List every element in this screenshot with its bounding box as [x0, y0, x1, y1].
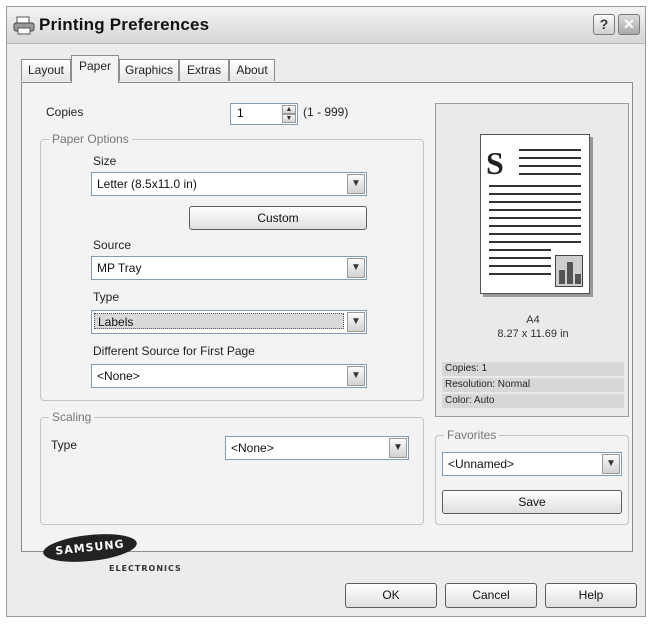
info-color: Color: Auto [442, 394, 624, 408]
different-source-value: <None> [97, 369, 140, 383]
copies-range: (1 - 999) [303, 105, 349, 119]
info-copies: Copies: 1 [442, 362, 624, 376]
preview-line [489, 257, 551, 259]
favorites-group: Favorites <Unnamed> ▼ Save [435, 428, 629, 525]
different-source-dropdown[interactable]: <None> ▼ [91, 364, 367, 388]
scaling-type-dropdown[interactable]: <None> ▼ [225, 436, 409, 460]
type-value: Labels [94, 313, 344, 329]
chevron-down-icon[interactable]: ▼ [347, 174, 365, 194]
tab-about[interactable]: About [229, 59, 275, 81]
type-dropdown[interactable]: Labels ▼ [91, 310, 367, 334]
favorites-dropdown[interactable]: <Unnamed> ▼ [442, 452, 622, 476]
preview-line [519, 149, 581, 151]
close-button[interactable]: ✕ [618, 14, 640, 35]
help-title-button[interactable]: ? [593, 14, 615, 35]
scaling-legend: Scaling [49, 410, 95, 424]
title-bar[interactable]: Printing Preferences ? ✕ [7, 7, 645, 44]
ok-button[interactable]: OK [345, 583, 437, 608]
paper-tab-panel: Copies 1 ▲ ▼ (1 - 999) Paper Options Siz… [21, 82, 633, 552]
tab-paper[interactable]: Paper [71, 55, 119, 83]
chevron-down-icon[interactable]: ▼ [602, 454, 620, 474]
copies-label: Copies [46, 105, 84, 119]
cancel-button[interactable]: Cancel [445, 583, 537, 608]
preview-line [489, 273, 551, 275]
chevron-down-icon[interactable]: ▼ [347, 366, 365, 386]
preview-line [519, 173, 581, 175]
preview-line [489, 249, 551, 251]
bar-chart-icon [555, 255, 583, 287]
preview-line [489, 185, 581, 187]
copies-stepper[interactable]: 1 ▲ ▼ [230, 103, 298, 125]
copies-down-button[interactable]: ▼ [282, 114, 296, 123]
favorites-value: <Unnamed> [448, 457, 515, 471]
copies-up-button[interactable]: ▲ [282, 105, 296, 114]
size-dropdown[interactable]: Letter (8.5x11.0 in) ▼ [91, 172, 367, 196]
info-resolution: Resolution: Normal [442, 378, 624, 392]
preview-line [519, 165, 581, 167]
preview-line [489, 193, 581, 195]
preview-line [489, 225, 581, 227]
copies-spin-buttons: ▲ ▼ [282, 105, 296, 123]
copies-value: 1 [237, 106, 244, 120]
source-label: Source [93, 238, 132, 252]
paper-options-legend: Paper Options [49, 132, 132, 146]
size-label: Size [93, 154, 117, 168]
tab-graphics[interactable]: Graphics [119, 59, 179, 81]
source-dropdown[interactable]: MP Tray ▼ [91, 256, 367, 280]
close-icon: ✕ [623, 16, 635, 32]
preview-line [489, 201, 581, 203]
favorites-legend: Favorites [444, 428, 500, 442]
paper-dimensions: 8.27 x 11.69 in [497, 328, 569, 340]
chevron-down-icon: ▼ [285, 115, 293, 122]
document-preview-image: S [480, 134, 590, 294]
printing-preferences-dialog: Printing Preferences ? ✕ Layout Paper Gr… [6, 6, 646, 617]
preview-line [519, 157, 581, 159]
window-title: Printing Preferences [39, 15, 210, 34]
scaling-type-label: Type [51, 438, 78, 452]
chevron-down-icon[interactable]: ▼ [347, 312, 365, 332]
size-value: Letter (8.5x11.0 in) [97, 177, 197, 191]
tab-extras[interactable]: Extras [179, 59, 229, 81]
paper-name: A4 [526, 314, 540, 326]
chevron-down-icon[interactable]: ▼ [389, 438, 407, 458]
type-label: Type [93, 290, 120, 304]
page-preview: S A4 8.27 x 11.69 in Copies: 1 Resolutio… [435, 103, 629, 417]
chevron-up-icon: ▲ [285, 106, 293, 113]
preview-line [489, 241, 581, 243]
preview-letter: S [486, 145, 504, 181]
preview-line [489, 209, 581, 211]
paper-options-group: Paper Options Size Letter (8.5x11.0 in) … [40, 132, 424, 401]
custom-button[interactable]: Custom [189, 206, 367, 230]
printer-icon [13, 16, 35, 35]
scaling-type-value: <None> [231, 441, 274, 455]
save-button[interactable]: Save [442, 490, 622, 514]
chevron-down-icon[interactable]: ▼ [347, 258, 365, 278]
scaling-group: Scaling Type <None> ▼ [40, 410, 424, 525]
preview-line [489, 217, 581, 219]
different-source-label: Different Source for First Page [93, 344, 255, 358]
preview-line [489, 265, 551, 267]
preview-line [489, 233, 581, 235]
tab-layout[interactable]: Layout [21, 59, 71, 81]
source-value: MP Tray [97, 261, 142, 275]
help-button[interactable]: Help [545, 583, 637, 608]
samsung-electronics-text: ELECTRONICS [109, 564, 182, 573]
